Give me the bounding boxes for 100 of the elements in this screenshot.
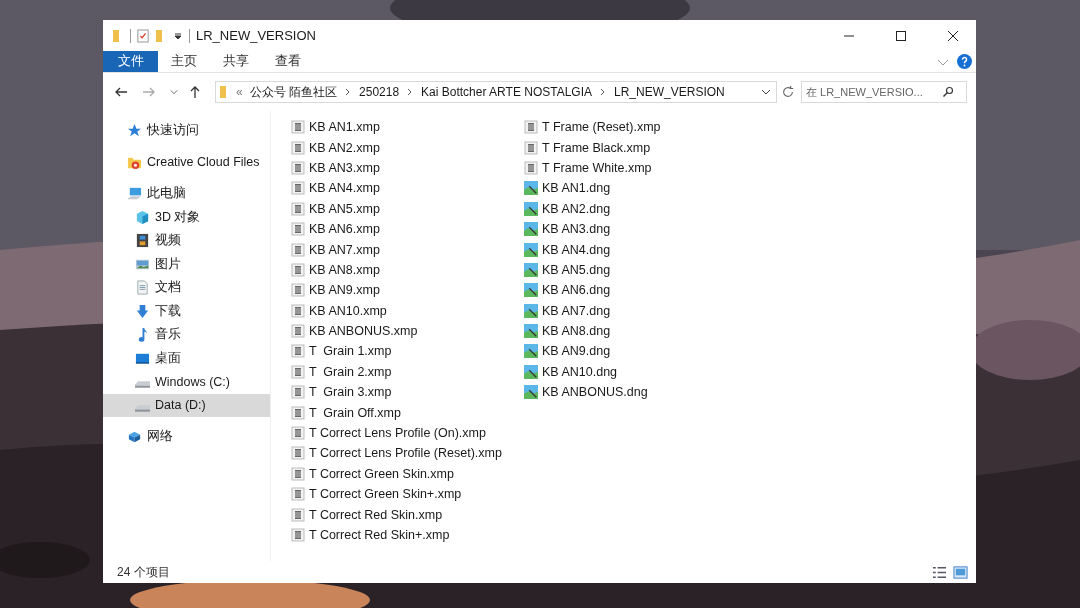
image-file-icon xyxy=(524,242,538,257)
dropdown-icon[interactable] xyxy=(173,30,183,41)
address-bar[interactable]: « 公众号 陌鱼社区 250218 Kai Bottcher ARTE NOSTALGIA LR_NEW_VERSION xyxy=(215,81,777,103)
file-item[interactable]: KB AN1.xmp xyxy=(291,117,524,138)
text-file-icon xyxy=(291,283,305,298)
file-item[interactable]: T Correct Red Skin+.xmp xyxy=(291,524,524,546)
text-file-icon xyxy=(524,160,538,175)
text-file-icon xyxy=(291,385,305,400)
file-item[interactable]: KB AN2.dng xyxy=(524,198,757,219)
refresh-icon[interactable] xyxy=(781,85,795,99)
text-file-icon xyxy=(524,140,538,155)
ribbon-tab[interactable]: 查看 xyxy=(262,51,314,72)
image-file-icon xyxy=(524,181,538,196)
file-item[interactable]: KB AN5.xmp xyxy=(291,198,524,219)
text-file-icon xyxy=(291,160,305,175)
file-item[interactable]: KB AN9.dng xyxy=(524,341,757,362)
close-icon[interactable] xyxy=(947,29,959,42)
file-item[interactable]: KB AN8.xmp xyxy=(291,259,524,281)
image-file-icon xyxy=(524,303,538,318)
checklist-icon[interactable] xyxy=(137,27,149,44)
breadcrumb-segment[interactable]: 公众号 陌鱼社区 xyxy=(249,83,338,101)
text-file-icon xyxy=(291,426,305,441)
toolbar-separator xyxy=(130,28,131,43)
file-item[interactable]: KB AN5.dng xyxy=(524,259,757,281)
ribbon-tab[interactable]: 文件 xyxy=(103,51,158,72)
nav-item[interactable]: 下载 xyxy=(103,299,270,323)
file-item[interactable]: KB AN4.xmp xyxy=(291,178,524,199)
nav-item[interactable]: 音乐 xyxy=(103,323,270,347)
file-item[interactable]: KB AN10.xmp xyxy=(291,300,524,321)
document-icon xyxy=(135,280,150,296)
text-file-icon xyxy=(291,344,305,359)
ribbon-tab[interactable]: 主页 xyxy=(158,51,210,72)
file-item[interactable]: T Correct Lens Profile (On).xmp xyxy=(291,422,524,444)
nav-item[interactable]: 3D 对象 xyxy=(103,205,270,229)
nav-item[interactable]: Windows (C:) xyxy=(103,370,270,394)
file-item[interactable]: KB AN9.xmp xyxy=(291,280,524,301)
breadcrumb-segment[interactable]: 250218 xyxy=(359,85,400,99)
file-item[interactable]: KB AN6.dng xyxy=(524,280,757,301)
file-item[interactable]: KB AN8.dng xyxy=(524,320,757,342)
text-file-icon xyxy=(291,446,305,461)
file-item[interactable]: KB AN3.xmp xyxy=(291,157,524,179)
file-item[interactable]: KB AN7.xmp xyxy=(291,239,524,260)
image-file-icon xyxy=(524,324,538,339)
nav-item[interactable]: 视频 xyxy=(103,229,270,253)
nav-item[interactable]: 桌面 xyxy=(103,346,270,370)
file-item[interactable]: T Grain 1.xmp xyxy=(291,341,524,362)
file-item[interactable]: T Frame White.xmp xyxy=(524,157,757,179)
file-item[interactable]: KB AN6.xmp xyxy=(291,218,524,240)
file-item[interactable]: KB AN2.xmp xyxy=(291,137,524,158)
text-file-icon xyxy=(291,303,305,318)
file-item[interactable]: T Grain 3.xmp xyxy=(291,382,524,403)
file-item[interactable]: KB ANBONUS.dng xyxy=(524,382,757,403)
drive-icon xyxy=(135,404,150,412)
file-item[interactable]: T Correct Lens Profile (Reset).xmp xyxy=(291,443,524,464)
file-item[interactable]: KB AN4.dng xyxy=(524,239,757,260)
file-item[interactable]: KB AN1.dng xyxy=(524,178,757,199)
details-view-icon[interactable] xyxy=(932,564,947,580)
window-title: LR_NEW_VERSION xyxy=(196,28,316,43)
file-item[interactable]: T Frame (Reset).xmp xyxy=(524,117,757,138)
maximize-icon[interactable] xyxy=(895,29,907,42)
file-item[interactable]: KB ANBONUS.xmp xyxy=(291,320,524,342)
file-item[interactable]: T Grain 2.xmp xyxy=(291,361,524,383)
file-item[interactable]: T Correct Green Skin.xmp xyxy=(291,463,524,485)
nav-item[interactable]: 此电脑 xyxy=(103,182,270,206)
text-file-icon xyxy=(291,364,305,379)
file-item[interactable]: KB AN3.dng xyxy=(524,218,757,240)
nav-item[interactable]: 网络 xyxy=(103,425,270,449)
large-icons-view-icon[interactable] xyxy=(953,564,968,580)
ribbon-tab[interactable]: 共享 xyxy=(210,51,262,72)
file-item[interactable]: KB AN10.dng xyxy=(524,361,757,383)
text-file-icon xyxy=(291,140,305,155)
image-file-icon xyxy=(524,385,538,400)
text-file-icon xyxy=(291,324,305,339)
help-icon[interactable] xyxy=(957,54,972,69)
file-item[interactable]: T Correct Red Skin.xmp xyxy=(291,504,524,525)
overflow-chevron[interactable]: « xyxy=(236,85,243,99)
search-field[interactable]: 在 LR_NEW_VERSIO... xyxy=(801,81,967,103)
nav-item[interactable]: Creative Cloud Files xyxy=(103,150,270,174)
drive-icon xyxy=(135,381,150,389)
text-file-icon xyxy=(291,262,305,277)
text-file-icon xyxy=(291,120,305,135)
text-file-icon xyxy=(524,120,538,135)
nav-item[interactable]: 图片 xyxy=(103,252,270,276)
image-file-icon xyxy=(524,344,538,359)
search-icon xyxy=(942,86,954,98)
file-item[interactable]: T Correct Green Skin+.xmp xyxy=(291,484,524,505)
text-file-icon xyxy=(291,201,305,216)
toolbar-separator xyxy=(189,28,190,43)
file-item[interactable]: KB AN7.dng xyxy=(524,300,757,321)
text-file-icon xyxy=(291,222,305,237)
nav-item[interactable]: 快速访问 xyxy=(103,119,270,143)
breadcrumb-segment[interactable]: LR_NEW_VERSION xyxy=(614,85,725,99)
nav-item[interactable]: 文档 xyxy=(103,276,270,300)
image-file-icon xyxy=(524,201,538,216)
nav-item[interactable]: Data (D:) xyxy=(103,393,270,417)
file-item[interactable]: T Grain Off.xmp xyxy=(291,402,524,423)
file-item[interactable]: T Frame Black.xmp xyxy=(524,137,757,158)
text-file-icon xyxy=(291,242,305,257)
breadcrumb-segment[interactable]: Kai Bottcher ARTE NOSTALGIA xyxy=(421,85,593,99)
text-file-icon xyxy=(291,466,305,481)
